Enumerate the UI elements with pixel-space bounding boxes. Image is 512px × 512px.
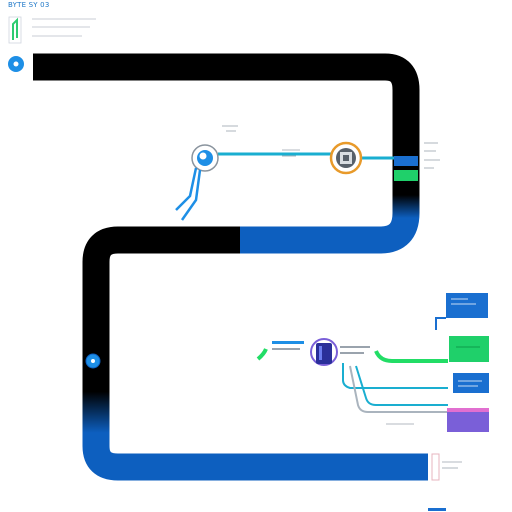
- process-flow-diagram: BYTE SY 03: [0, 0, 512, 512]
- start-node-icon[interactable]: [8, 56, 24, 72]
- hub-left-stub: [256, 348, 268, 361]
- track-middle-segment: [82, 226, 240, 330]
- globe-descent-connector: [175, 167, 202, 221]
- panel-green[interactable]: [449, 336, 489, 362]
- track-green-marker: [394, 170, 418, 181]
- diagram-canvas: [8, 16, 489, 511]
- hub-descent-connectors: [342, 363, 448, 413]
- database-node-icon[interactable]: [310, 338, 338, 366]
- track-top-segment: [33, 53, 420, 140]
- panel-blue-lower[interactable]: [453, 373, 489, 393]
- track-left-descent: [82, 330, 428, 481]
- header-rule-lines: [32, 18, 96, 37]
- processor-node-icon[interactable]: [329, 141, 363, 175]
- panel-purple[interactable]: [447, 408, 489, 432]
- globe-node-icon[interactable]: [191, 144, 219, 172]
- entry-node-icon[interactable]: [85, 353, 101, 369]
- hub-right-connector: [374, 350, 448, 363]
- panel-top[interactable]: [435, 293, 488, 330]
- header-logo-icon: [8, 16, 22, 44]
- track-blue-marker: [394, 156, 418, 166]
- track-end-marker: [428, 453, 446, 511]
